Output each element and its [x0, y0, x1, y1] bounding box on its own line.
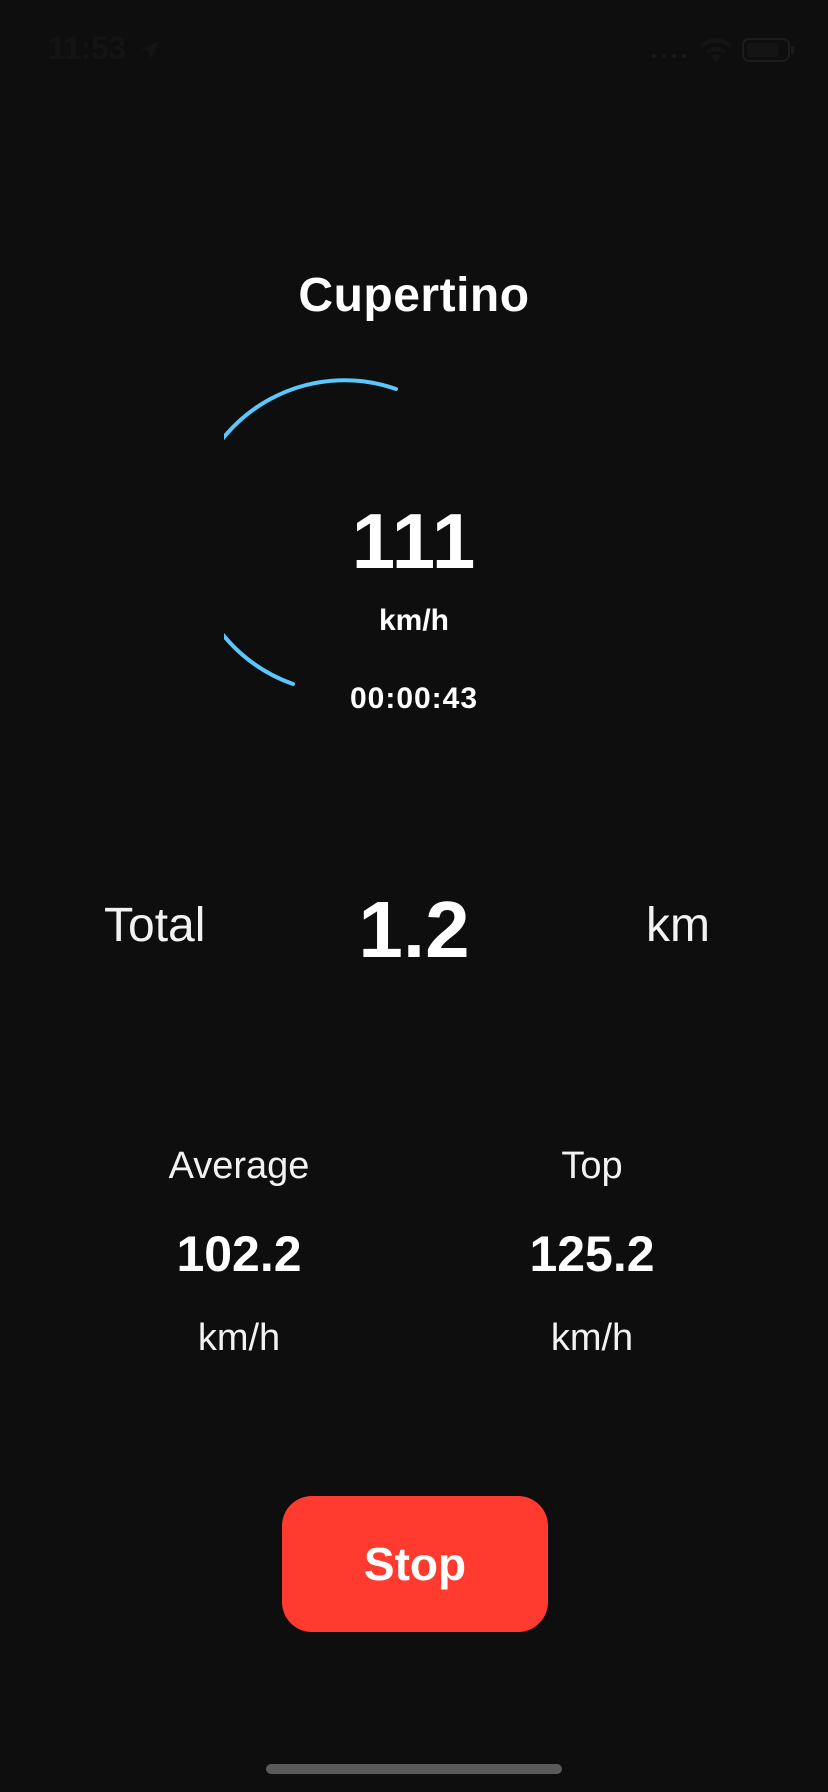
total-distance-unit: km	[646, 899, 710, 952]
average-speed-stat: Average 102.2 km/h	[119, 1140, 359, 1364]
top-speed-label: Top	[561, 1145, 623, 1187]
top-speed-stat: Top 125.2 km/h	[472, 1140, 712, 1364]
cellular-signal-icon	[652, 54, 686, 58]
speed-gauge: 111 km/h 00:00:43	[224, 376, 604, 736]
top-speed-unit: km/h	[550, 1317, 634, 1359]
stop-button[interactable]: Stop	[282, 1496, 548, 1632]
location-arrow-icon	[141, 41, 159, 59]
status-bar: 11:53	[0, 0, 828, 100]
average-speed-unit: km/h	[197, 1317, 281, 1359]
home-indicator[interactable]	[266, 1764, 562, 1774]
elapsed-time: 00:00:43	[349, 682, 479, 715]
status-time: 11:53	[48, 30, 126, 66]
city-title: Cupertino	[298, 269, 530, 322]
current-speed: 111	[351, 497, 477, 585]
top-speed-value: 125.2	[529, 1226, 655, 1282]
wifi-icon	[700, 38, 732, 62]
battery-icon	[742, 38, 794, 62]
speed-unit: km/h	[378, 604, 450, 637]
average-speed-value: 102.2	[176, 1226, 302, 1282]
average-speed-label: Average	[168, 1145, 310, 1187]
